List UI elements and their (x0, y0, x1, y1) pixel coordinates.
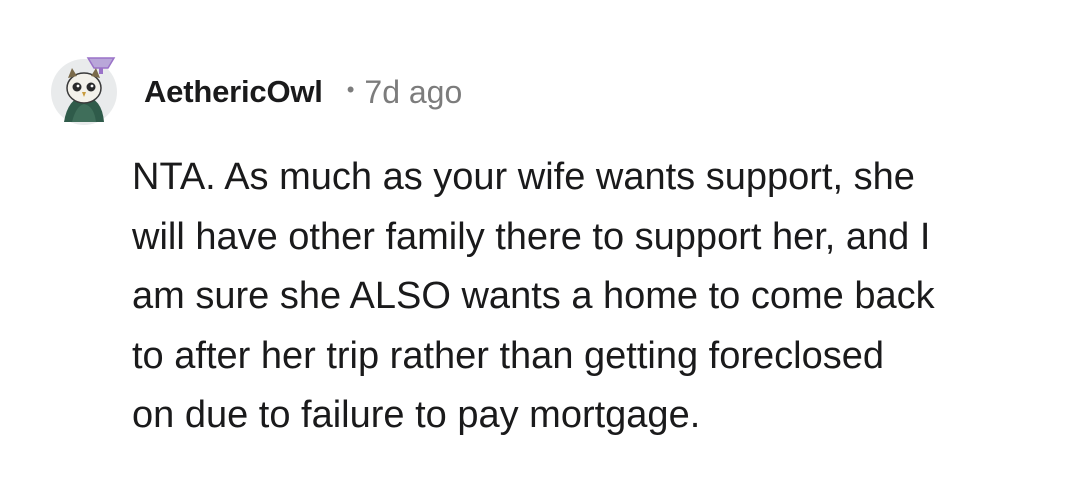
comment-header: AethericOwl • 7d ago (144, 70, 462, 114)
comment-body-line: to after her trip rather than getting fo… (132, 334, 884, 377)
comment-body-line: am sure she ALSO wants a home to come ba… (132, 275, 935, 317)
comment-body-line: will have other family there to support … (132, 215, 931, 258)
meta-separator: • (346, 77, 355, 102)
comment-body-line: NTA. As much as your wife wants support,… (132, 156, 915, 198)
comment-body-line: on due to failure to pay mortgage. (132, 394, 701, 436)
comment-body: NTA. As much as your wife wants support,… (132, 148, 1032, 446)
comment: AethericOwl • 7d ago NTA. As much as you… (0, 0, 1080, 477)
timestamp: 7d ago (364, 73, 463, 110)
author-name[interactable]: AethericOwl (144, 74, 323, 110)
owl-avatar-icon[interactable] (50, 52, 118, 126)
